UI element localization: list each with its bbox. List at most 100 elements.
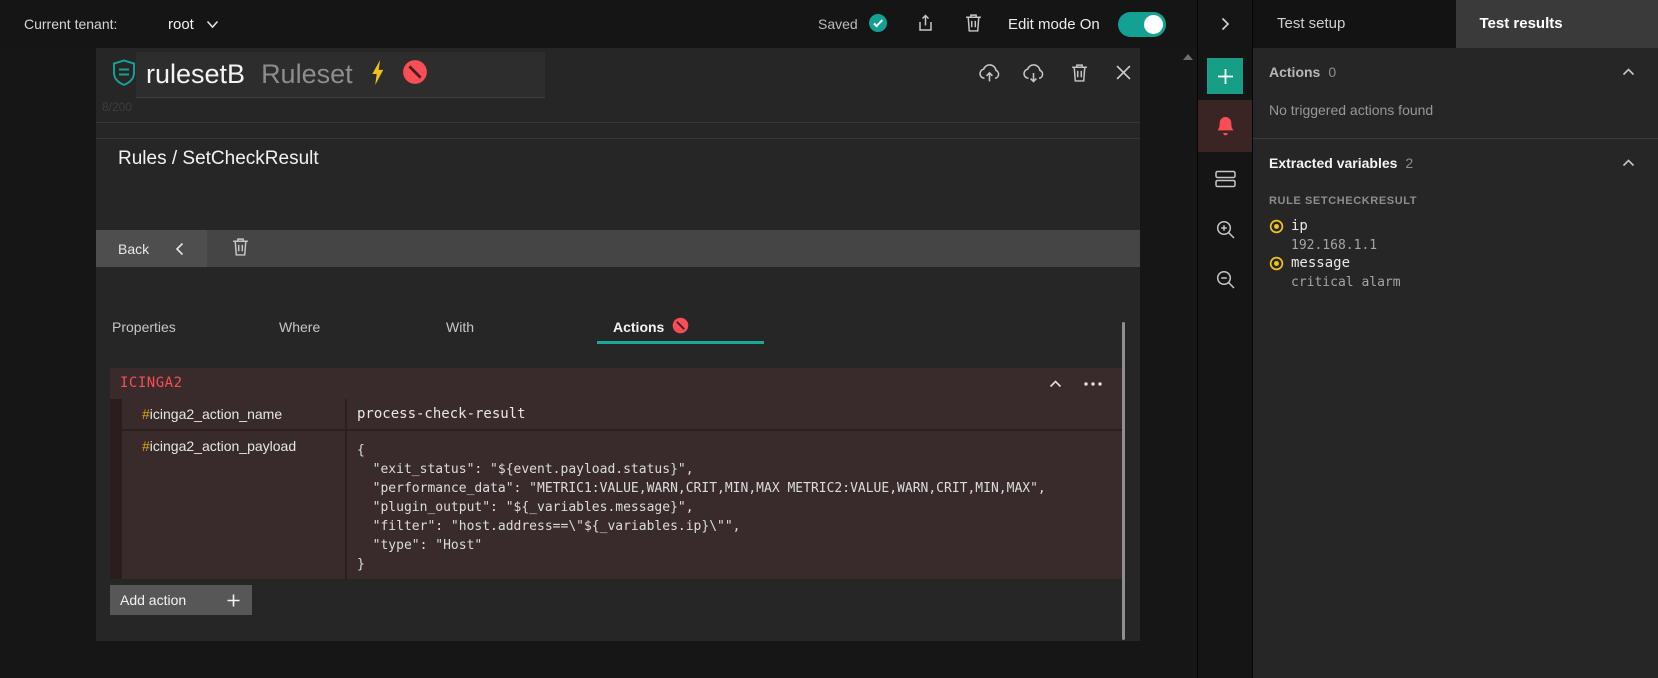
shield-icon bbox=[112, 59, 136, 91]
chevron-down-icon bbox=[206, 16, 219, 33]
collapse-variables-button[interactable] bbox=[1620, 155, 1636, 171]
zoom-out-button[interactable] bbox=[1198, 262, 1253, 296]
tool-strip bbox=[1197, 0, 1252, 678]
overflow-menu-icon bbox=[1084, 382, 1102, 386]
ruleset-panel: rulesetB Ruleset 8/200 bbox=[96, 48, 1140, 641]
top-bar: Current tenant: root Saved Edit mode On bbox=[0, 0, 1197, 48]
variables-section-header[interactable]: Extracted variables2 bbox=[1269, 155, 1413, 171]
tenant-select[interactable]: root bbox=[168, 0, 219, 48]
icinga2-action-card: ICINGA2 #icinga2_action_name process-che… bbox=[110, 368, 1122, 579]
blocked-icon bbox=[402, 59, 428, 90]
export-button[interactable] bbox=[912, 12, 938, 38]
divider bbox=[96, 122, 1140, 123]
divider bbox=[1253, 138, 1658, 139]
alerts-button[interactable] bbox=[1198, 100, 1253, 152]
trash-icon bbox=[1071, 63, 1088, 87]
tab-properties[interactable]: Properties bbox=[96, 310, 263, 344]
no-actions-message: No triggered actions found bbox=[1269, 102, 1433, 118]
ruleset-title: rulesetB bbox=[146, 59, 245, 90]
divider bbox=[96, 138, 1140, 139]
action-type-title: ICINGA2 bbox=[120, 375, 183, 391]
rows-icon bbox=[1215, 170, 1236, 188]
variable-radio-icon bbox=[1269, 219, 1284, 239]
test-panel: Test setup Test results Actions0 No trig… bbox=[1252, 0, 1658, 678]
queue-button[interactable] bbox=[1198, 162, 1253, 196]
rule-tabs: Properties Where With Actions bbox=[96, 310, 1140, 344]
variables-count: 2 bbox=[1405, 155, 1413, 171]
plus-icon bbox=[227, 594, 240, 607]
chevron-left-icon bbox=[175, 242, 184, 256]
plus-icon bbox=[1217, 68, 1234, 85]
action-card-gutter bbox=[110, 399, 122, 579]
rule-group-label: RULE SETCHECKRESULT bbox=[1269, 195, 1417, 207]
test-panel-tabs: Test setup Test results bbox=[1253, 0, 1658, 48]
zoom-in-icon bbox=[1215, 219, 1236, 240]
action-payload-row: #icinga2_action_payload { "exit_status":… bbox=[122, 431, 1122, 581]
chevron-up-icon bbox=[1622, 68, 1635, 76]
close-panel-button[interactable] bbox=[1110, 62, 1136, 88]
saved-label: Saved bbox=[818, 16, 858, 32]
collapse-actions-button[interactable] bbox=[1620, 64, 1636, 80]
edit-mode-label: Edit mode On bbox=[1008, 0, 1100, 48]
breadcrumb: Rules / SetCheckResult bbox=[118, 148, 319, 170]
upload-button[interactable] bbox=[976, 62, 1002, 88]
chevron-right-icon bbox=[1221, 17, 1230, 31]
blocked-badge-icon bbox=[672, 317, 689, 337]
actions-section-header[interactable]: Actions0 bbox=[1269, 64, 1336, 80]
action-name-row: #icinga2_action_name process-check-resul… bbox=[122, 399, 1122, 431]
app-screen: Current tenant: root Saved Edit mode On bbox=[0, 0, 1658, 678]
zoom-out-icon bbox=[1215, 269, 1236, 290]
chevron-up-icon bbox=[1049, 380, 1062, 388]
bell-icon bbox=[1216, 116, 1235, 137]
char-count: 8/200 bbox=[102, 100, 132, 114]
panel-scrollbar-thumb[interactable] bbox=[1122, 322, 1125, 640]
chevron-up-icon bbox=[1622, 159, 1635, 167]
variable-radio-icon bbox=[1269, 256, 1284, 276]
ruleset-type-label: Ruleset bbox=[261, 59, 353, 90]
trash-icon bbox=[232, 237, 249, 261]
saved-status: Saved bbox=[818, 0, 888, 48]
tab-test-setup[interactable]: Test setup bbox=[1253, 0, 1456, 48]
add-button[interactable] bbox=[1207, 58, 1243, 94]
zoom-in-button[interactable] bbox=[1198, 212, 1253, 246]
overflow-menu-button[interactable] bbox=[1082, 376, 1104, 392]
collapse-action-button[interactable] bbox=[1044, 376, 1066, 392]
add-action-button[interactable]: Add action bbox=[110, 585, 252, 615]
check-circle-icon bbox=[868, 13, 888, 36]
back-button[interactable]: Back bbox=[96, 230, 207, 267]
tab-test-results[interactable]: Test results bbox=[1456, 0, 1658, 48]
tab-where[interactable]: Where bbox=[263, 310, 430, 344]
lightning-icon bbox=[369, 59, 386, 91]
collapse-sidebar-button[interactable] bbox=[1198, 0, 1253, 48]
tab-with[interactable]: With bbox=[430, 310, 597, 344]
edit-mode-toggle[interactable] bbox=[1118, 12, 1166, 37]
back-label: Back bbox=[96, 241, 149, 257]
action-name-value[interactable]: process-check-result bbox=[347, 399, 1122, 429]
action-payload-value[interactable]: { "exit_status": "${event.payload.status… bbox=[347, 431, 1122, 581]
cloud-download-icon bbox=[1022, 62, 1045, 88]
trash-icon bbox=[965, 13, 982, 37]
ruleset-name-input[interactable]: rulesetB Ruleset bbox=[136, 52, 545, 98]
export-icon bbox=[915, 13, 935, 38]
toggle-knob bbox=[1144, 15, 1163, 34]
tab-actions[interactable]: Actions bbox=[597, 310, 764, 344]
action-payload-key: #icinga2_action_payload bbox=[122, 431, 347, 581]
close-icon bbox=[1116, 65, 1131, 85]
scroll-up-arrow-icon[interactable] bbox=[1183, 54, 1193, 60]
tenant-value: root bbox=[168, 16, 194, 33]
variable-name: message bbox=[1291, 255, 1350, 271]
variable-value: 192.168.1.1 bbox=[1291, 238, 1377, 253]
delete-rule-button[interactable] bbox=[227, 236, 253, 262]
action-card-header: ICINGA2 bbox=[110, 368, 1122, 399]
delete-ruleset-button[interactable] bbox=[1066, 62, 1092, 88]
payload-json: { "exit_status": "${event.payload.status… bbox=[357, 438, 1114, 574]
action-name-key: #icinga2_action_name bbox=[122, 399, 347, 429]
variable-name: ip bbox=[1291, 218, 1308, 234]
delete-button[interactable] bbox=[960, 12, 986, 38]
cloud-upload-icon bbox=[978, 62, 1001, 88]
rule-toolbar: Back bbox=[96, 230, 1140, 267]
download-button[interactable] bbox=[1020, 62, 1046, 88]
current-tenant-label: Current tenant: bbox=[24, 0, 117, 48]
actions-count: 0 bbox=[1328, 64, 1336, 80]
variable-value: critical alarm bbox=[1291, 275, 1401, 290]
